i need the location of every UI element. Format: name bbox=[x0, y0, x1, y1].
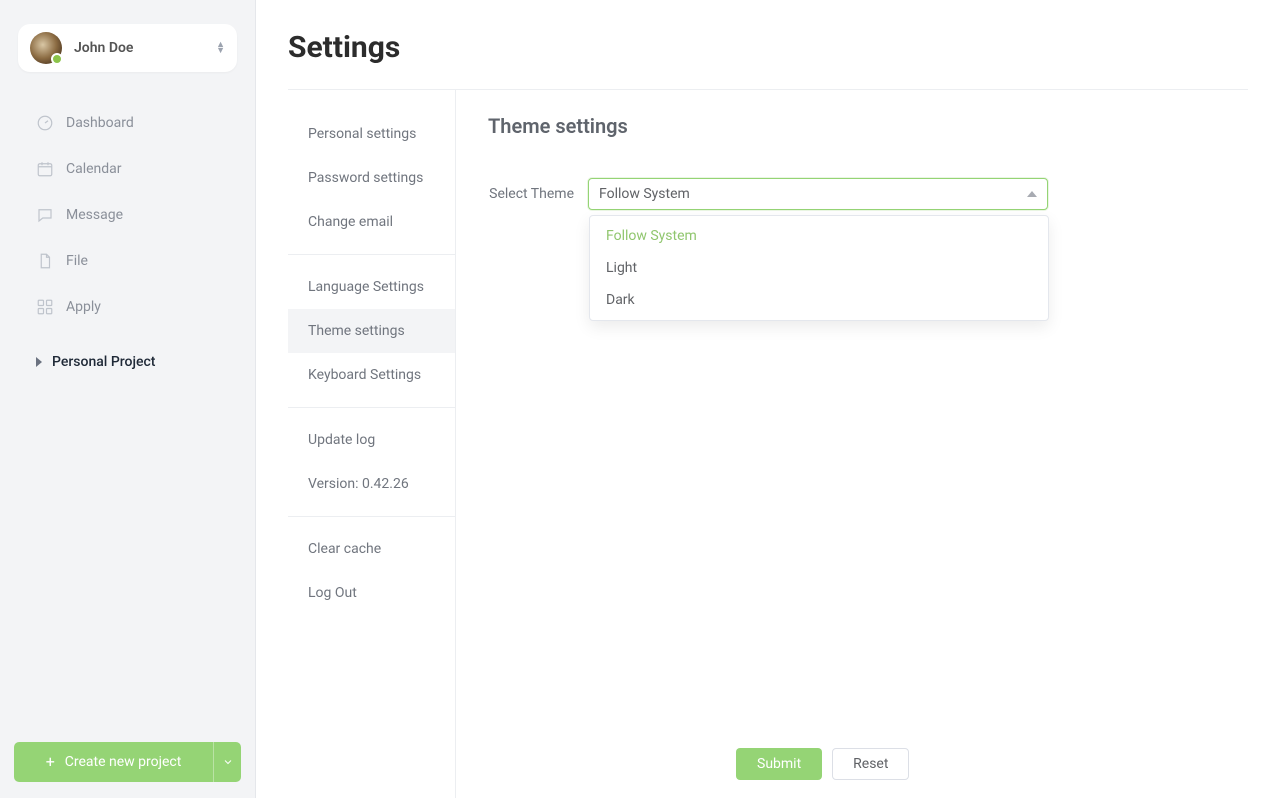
settings-wrap: Personal settings Password settings Chan… bbox=[288, 89, 1248, 798]
chevron-up-down-icon: ▲▼ bbox=[216, 42, 225, 54]
settings-nav-theme[interactable]: Theme settings bbox=[288, 309, 455, 353]
settings-nav-clearcache[interactable]: Clear cache bbox=[288, 527, 455, 571]
primary-nav: Dashboard Calendar Message File Apply bbox=[0, 100, 255, 382]
sidebar-item-message[interactable]: Message bbox=[0, 192, 255, 238]
avatar bbox=[30, 32, 62, 64]
theme-select-value: Follow System bbox=[599, 186, 1027, 202]
settings-content: Theme settings Select Theme Follow Syste… bbox=[456, 90, 1248, 798]
create-project-main[interactable]: + Create new project bbox=[14, 754, 213, 770]
sidebar-item-label: Apply bbox=[66, 299, 101, 315]
sidebar: John Doe ▲▼ Dashboard Calendar Message bbox=[0, 0, 256, 798]
caret-right-icon bbox=[36, 357, 42, 367]
settings-nav-email[interactable]: Change email bbox=[288, 200, 455, 244]
settings-nav-personal[interactable]: Personal settings bbox=[288, 112, 455, 156]
grid-icon bbox=[36, 298, 54, 316]
divider bbox=[288, 407, 455, 408]
settings-nav: Personal settings Password settings Chan… bbox=[288, 90, 456, 798]
divider bbox=[288, 254, 455, 255]
profile-name: John Doe bbox=[74, 40, 216, 56]
sidebar-item-calendar[interactable]: Calendar bbox=[0, 146, 255, 192]
plus-icon: + bbox=[46, 754, 55, 770]
sidebar-item-dashboard[interactable]: Dashboard bbox=[0, 100, 255, 146]
theme-dropdown: Follow System Light Dark bbox=[589, 215, 1049, 321]
sidebar-item-file[interactable]: File bbox=[0, 238, 255, 284]
theme-label: Select Theme bbox=[488, 186, 574, 202]
main-area: Settings Personal settings Password sett… bbox=[256, 0, 1280, 798]
section-title: Theme settings bbox=[488, 114, 1248, 138]
sidebar-item-label: File bbox=[66, 253, 88, 269]
sidebar-section-personal-project[interactable]: Personal Project bbox=[0, 342, 255, 382]
theme-option-light[interactable]: Light bbox=[590, 252, 1048, 284]
sidebar-item-label: Dashboard bbox=[66, 115, 134, 131]
theme-form-row: Select Theme Follow System Follow System… bbox=[488, 178, 1248, 210]
create-project-label: Create new project bbox=[65, 754, 182, 770]
message-icon bbox=[36, 206, 54, 224]
footer-actions: Submit Reset bbox=[736, 748, 909, 780]
settings-nav-language[interactable]: Language Settings bbox=[288, 265, 455, 309]
settings-nav-updatelog[interactable]: Update log bbox=[288, 418, 455, 462]
calendar-icon bbox=[36, 160, 54, 178]
file-icon bbox=[36, 252, 54, 270]
chevron-down-icon bbox=[222, 756, 234, 768]
page-title: Settings bbox=[288, 30, 1248, 65]
reset-button[interactable]: Reset bbox=[832, 748, 909, 780]
profile-card[interactable]: John Doe ▲▼ bbox=[18, 24, 237, 72]
theme-select[interactable]: Follow System Follow System Light Dark bbox=[588, 178, 1048, 210]
sidebar-item-label: Calendar bbox=[66, 161, 122, 177]
divider bbox=[288, 516, 455, 517]
create-project-button[interactable]: + Create new project bbox=[14, 742, 241, 782]
dashboard-icon bbox=[36, 114, 54, 132]
submit-button[interactable]: Submit bbox=[736, 748, 822, 780]
chevron-up-icon bbox=[1027, 191, 1037, 197]
sidebar-section-label: Personal Project bbox=[52, 354, 155, 370]
theme-option-follow-system[interactable]: Follow System bbox=[590, 220, 1048, 252]
settings-nav-keyboard[interactable]: Keyboard Settings bbox=[288, 353, 455, 397]
sidebar-item-apply[interactable]: Apply bbox=[0, 284, 255, 330]
sidebar-item-label: Message bbox=[66, 207, 123, 223]
settings-nav-version: Version: 0.42.26 bbox=[288, 462, 455, 506]
settings-nav-logout[interactable]: Log Out bbox=[288, 571, 455, 615]
create-project-split[interactable] bbox=[213, 742, 241, 782]
sidebar-footer: + Create new project bbox=[0, 742, 255, 782]
theme-option-dark[interactable]: Dark bbox=[590, 284, 1048, 316]
settings-nav-password[interactable]: Password settings bbox=[288, 156, 455, 200]
